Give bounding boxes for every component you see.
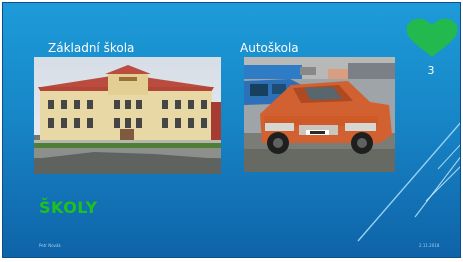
presentation-slide: Základní škola Autoškola 3 ŠKOLY Petr No… xyxy=(2,2,461,258)
school-caption: Základní škola xyxy=(48,41,135,55)
footer-author: Petr Novák xyxy=(39,243,61,248)
slide-title: ŠKOLY xyxy=(39,198,98,217)
car-photo xyxy=(244,57,395,172)
heart-icon xyxy=(406,18,458,58)
driving-school-caption: Autoškola xyxy=(240,41,299,55)
school-photo xyxy=(34,57,221,174)
footer-date: 2.11.2018 xyxy=(419,243,440,248)
slide-counter: 3 xyxy=(427,64,435,77)
